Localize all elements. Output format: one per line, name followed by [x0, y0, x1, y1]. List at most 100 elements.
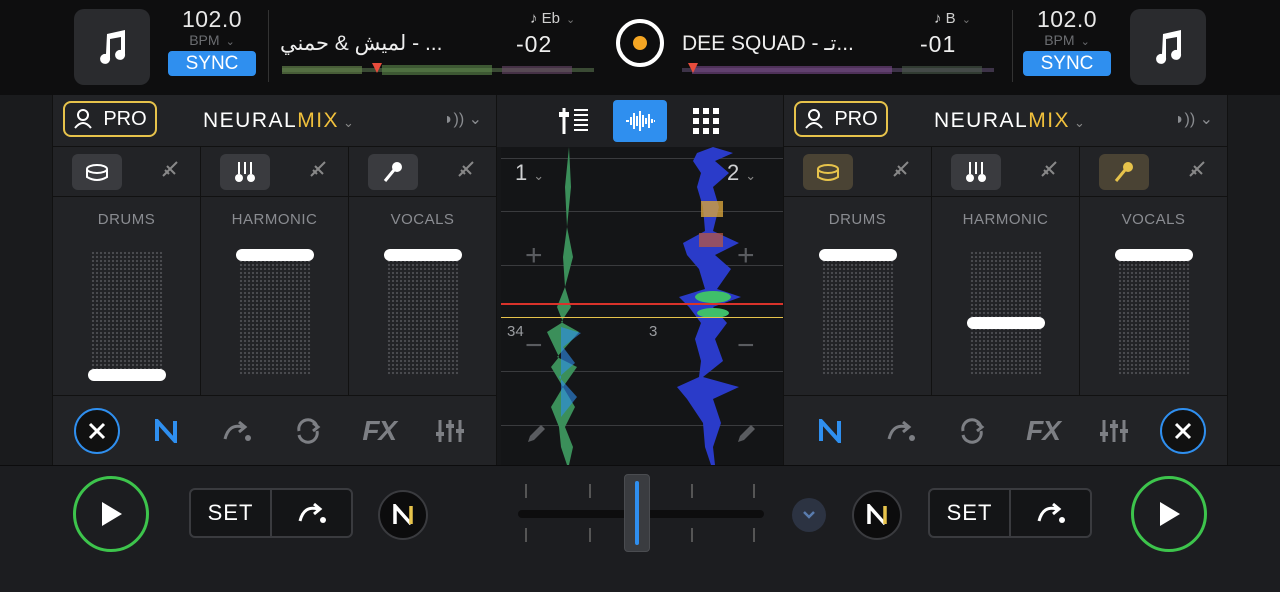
- deck-b-key[interactable]: ♪ B ⌄: [934, 10, 971, 27]
- mute-icon[interactable]: [455, 158, 477, 185]
- center-waveform-area: 1 ⌄ + − 34 2 ⌄ + − 3: [497, 95, 785, 465]
- mixer-view-button[interactable]: [547, 100, 601, 142]
- deck-a-bpm[interactable]: 102.0 BPM ⌄ SYNC: [164, 6, 260, 76]
- neuralmix-dropdown-a[interactable]: NEURALMIX ⌄: [203, 109, 355, 133]
- mic-icon[interactable]: [367, 153, 418, 190]
- sync-button-a[interactable]: SYNC: [168, 51, 256, 76]
- cue-group-a: SET: [189, 488, 353, 538]
- deck-a-artwork[interactable]: [74, 9, 150, 85]
- zoom-in-icon[interactable]: +: [525, 239, 543, 273]
- stem-fader[interactable]: [238, 251, 311, 375]
- crossfader-tick: [525, 484, 527, 498]
- mute-icon[interactable]: [1038, 158, 1060, 185]
- speaker-icon[interactable]: ◗)) ⌄: [1175, 109, 1213, 129]
- neural-n-icon[interactable]: [141, 406, 191, 456]
- eq-sliders-icon[interactable]: [425, 406, 475, 456]
- neural-b-button[interactable]: [852, 490, 902, 540]
- stem-vocals: VOCALS: [1080, 147, 1227, 395]
- deck-number-selector[interactable]: 2 ⌄: [727, 160, 756, 186]
- view-mode-selector: [497, 95, 783, 147]
- stem-fader[interactable]: [821, 251, 894, 375]
- fx-icon[interactable]: FX: [354, 406, 404, 456]
- pro-button-b[interactable]: PRO: [794, 101, 888, 137]
- chevron-down-icon: ⌄: [961, 14, 971, 26]
- close-button[interactable]: [73, 407, 120, 454]
- loop-icon[interactable]: [947, 406, 997, 456]
- bpm-value: 102.0: [181, 6, 243, 32]
- stem-drums: DRUMS: [53, 147, 201, 395]
- speaker-icon[interactable]: ◗)) ⌄: [444, 109, 482, 129]
- sync-button-b[interactable]: SYNC: [1023, 51, 1111, 76]
- deck-b-overview-waveform[interactable]: [682, 63, 994, 77]
- mute-icon[interactable]: [159, 158, 181, 185]
- pro-label: PRO: [834, 107, 878, 130]
- harmonic-icon[interactable]: [950, 153, 1001, 190]
- deck-a-controls: FX: [53, 395, 496, 465]
- stem-fader[interactable]: [90, 251, 163, 375]
- pencil-icon[interactable]: [525, 423, 547, 450]
- stem-fader[interactable]: [386, 251, 459, 375]
- neuralmix-dropdown-b[interactable]: NEURALMIX ⌄: [934, 109, 1086, 133]
- mix-label: MIX: [1028, 109, 1071, 132]
- fader-knob[interactable]: [1114, 249, 1193, 261]
- crossfader-tick: [589, 484, 591, 498]
- grid-icon: [693, 108, 719, 134]
- cue-jump-icon[interactable]: [876, 406, 926, 456]
- stem-harmonic: HARMONIC: [201, 147, 349, 395]
- deck-b-artwork[interactable]: [1130, 9, 1206, 85]
- eq-sliders-icon[interactable]: [1089, 406, 1139, 456]
- cue-jump-icon[interactable]: [212, 406, 262, 456]
- crossfader-tick: [691, 484, 693, 498]
- stem-columns-a: DRUMS HARMONIC VOCALS: [53, 147, 496, 395]
- stem-name: VOCALS: [1121, 211, 1186, 228]
- stem-fader[interactable]: [969, 251, 1042, 375]
- deck-b-panel: PRO NEURALMIX ⌄ ◗)) ⌄ DRUMS HARMONIC VOC…: [783, 95, 1228, 465]
- play-button-a[interactable]: [73, 476, 149, 552]
- close-button[interactable]: [1160, 407, 1207, 454]
- deck-a-key[interactable]: ♪ Eb ⌄: [530, 10, 575, 27]
- deck-a-overview-waveform[interactable]: [282, 63, 594, 77]
- mic-icon[interactable]: [1098, 153, 1149, 190]
- drums-icon[interactable]: [802, 153, 853, 190]
- deck-number-selector[interactable]: 1 ⌄: [515, 160, 544, 186]
- zoom-in-icon[interactable]: +: [737, 239, 755, 273]
- neural-label: NEURAL: [934, 109, 1029, 132]
- grid-view-button[interactable]: [679, 100, 733, 142]
- mute-icon[interactable]: [890, 158, 912, 185]
- deck-b-bpm[interactable]: 102.0 BPM ⌄ SYNC: [1019, 6, 1115, 76]
- pencil-icon[interactable]: [735, 423, 757, 450]
- cue-jump-button[interactable]: [1011, 490, 1090, 536]
- record-button[interactable]: [616, 19, 664, 67]
- neural-n-icon[interactable]: [805, 406, 855, 456]
- fader-knob[interactable]: [818, 249, 897, 261]
- cue-jump-button[interactable]: [272, 490, 351, 536]
- fader-knob[interactable]: [87, 369, 166, 381]
- crossfader-knob[interactable]: [624, 474, 650, 552]
- mute-icon[interactable]: [1186, 158, 1208, 185]
- deck-b-vertical-waveform[interactable]: 2 ⌄ + − 3: [643, 147, 785, 465]
- chevron-down-icon: ⌄: [343, 115, 356, 130]
- fader-knob[interactable]: [235, 249, 314, 261]
- mix-label: MIX: [297, 109, 340, 132]
- waveform-view-button[interactable]: [613, 100, 667, 142]
- loop-icon[interactable]: [283, 406, 333, 456]
- harmonic-icon[interactable]: [219, 153, 270, 190]
- fx-icon[interactable]: FX: [1018, 406, 1068, 456]
- fader-knob[interactable]: [383, 249, 462, 261]
- crossfader-options-button[interactable]: [792, 498, 826, 532]
- bpm-label: BPM: [189, 32, 220, 48]
- zoom-out-icon[interactable]: −: [737, 329, 755, 363]
- zoom-out-icon[interactable]: −: [525, 329, 543, 363]
- top-bar: 102.0 BPM ⌄ SYNC ♪ Eb ⌄ لميش & حمني - ... …: [0, 0, 1280, 95]
- play-button-b[interactable]: [1131, 476, 1207, 552]
- stem-fader[interactable]: [1117, 251, 1190, 375]
- set-cue-button[interactable]: SET: [930, 490, 1011, 536]
- drums-icon[interactable]: [71, 153, 122, 190]
- set-cue-button[interactable]: SET: [191, 490, 272, 536]
- pro-button-a[interactable]: PRO: [63, 101, 157, 137]
- deck-a-vertical-waveform[interactable]: 1 ⌄ + − 34: [501, 147, 643, 465]
- cue-line: [643, 317, 785, 318]
- mute-icon[interactable]: [307, 158, 329, 185]
- fader-knob[interactable]: [966, 317, 1045, 329]
- neural-a-button[interactable]: [378, 490, 428, 540]
